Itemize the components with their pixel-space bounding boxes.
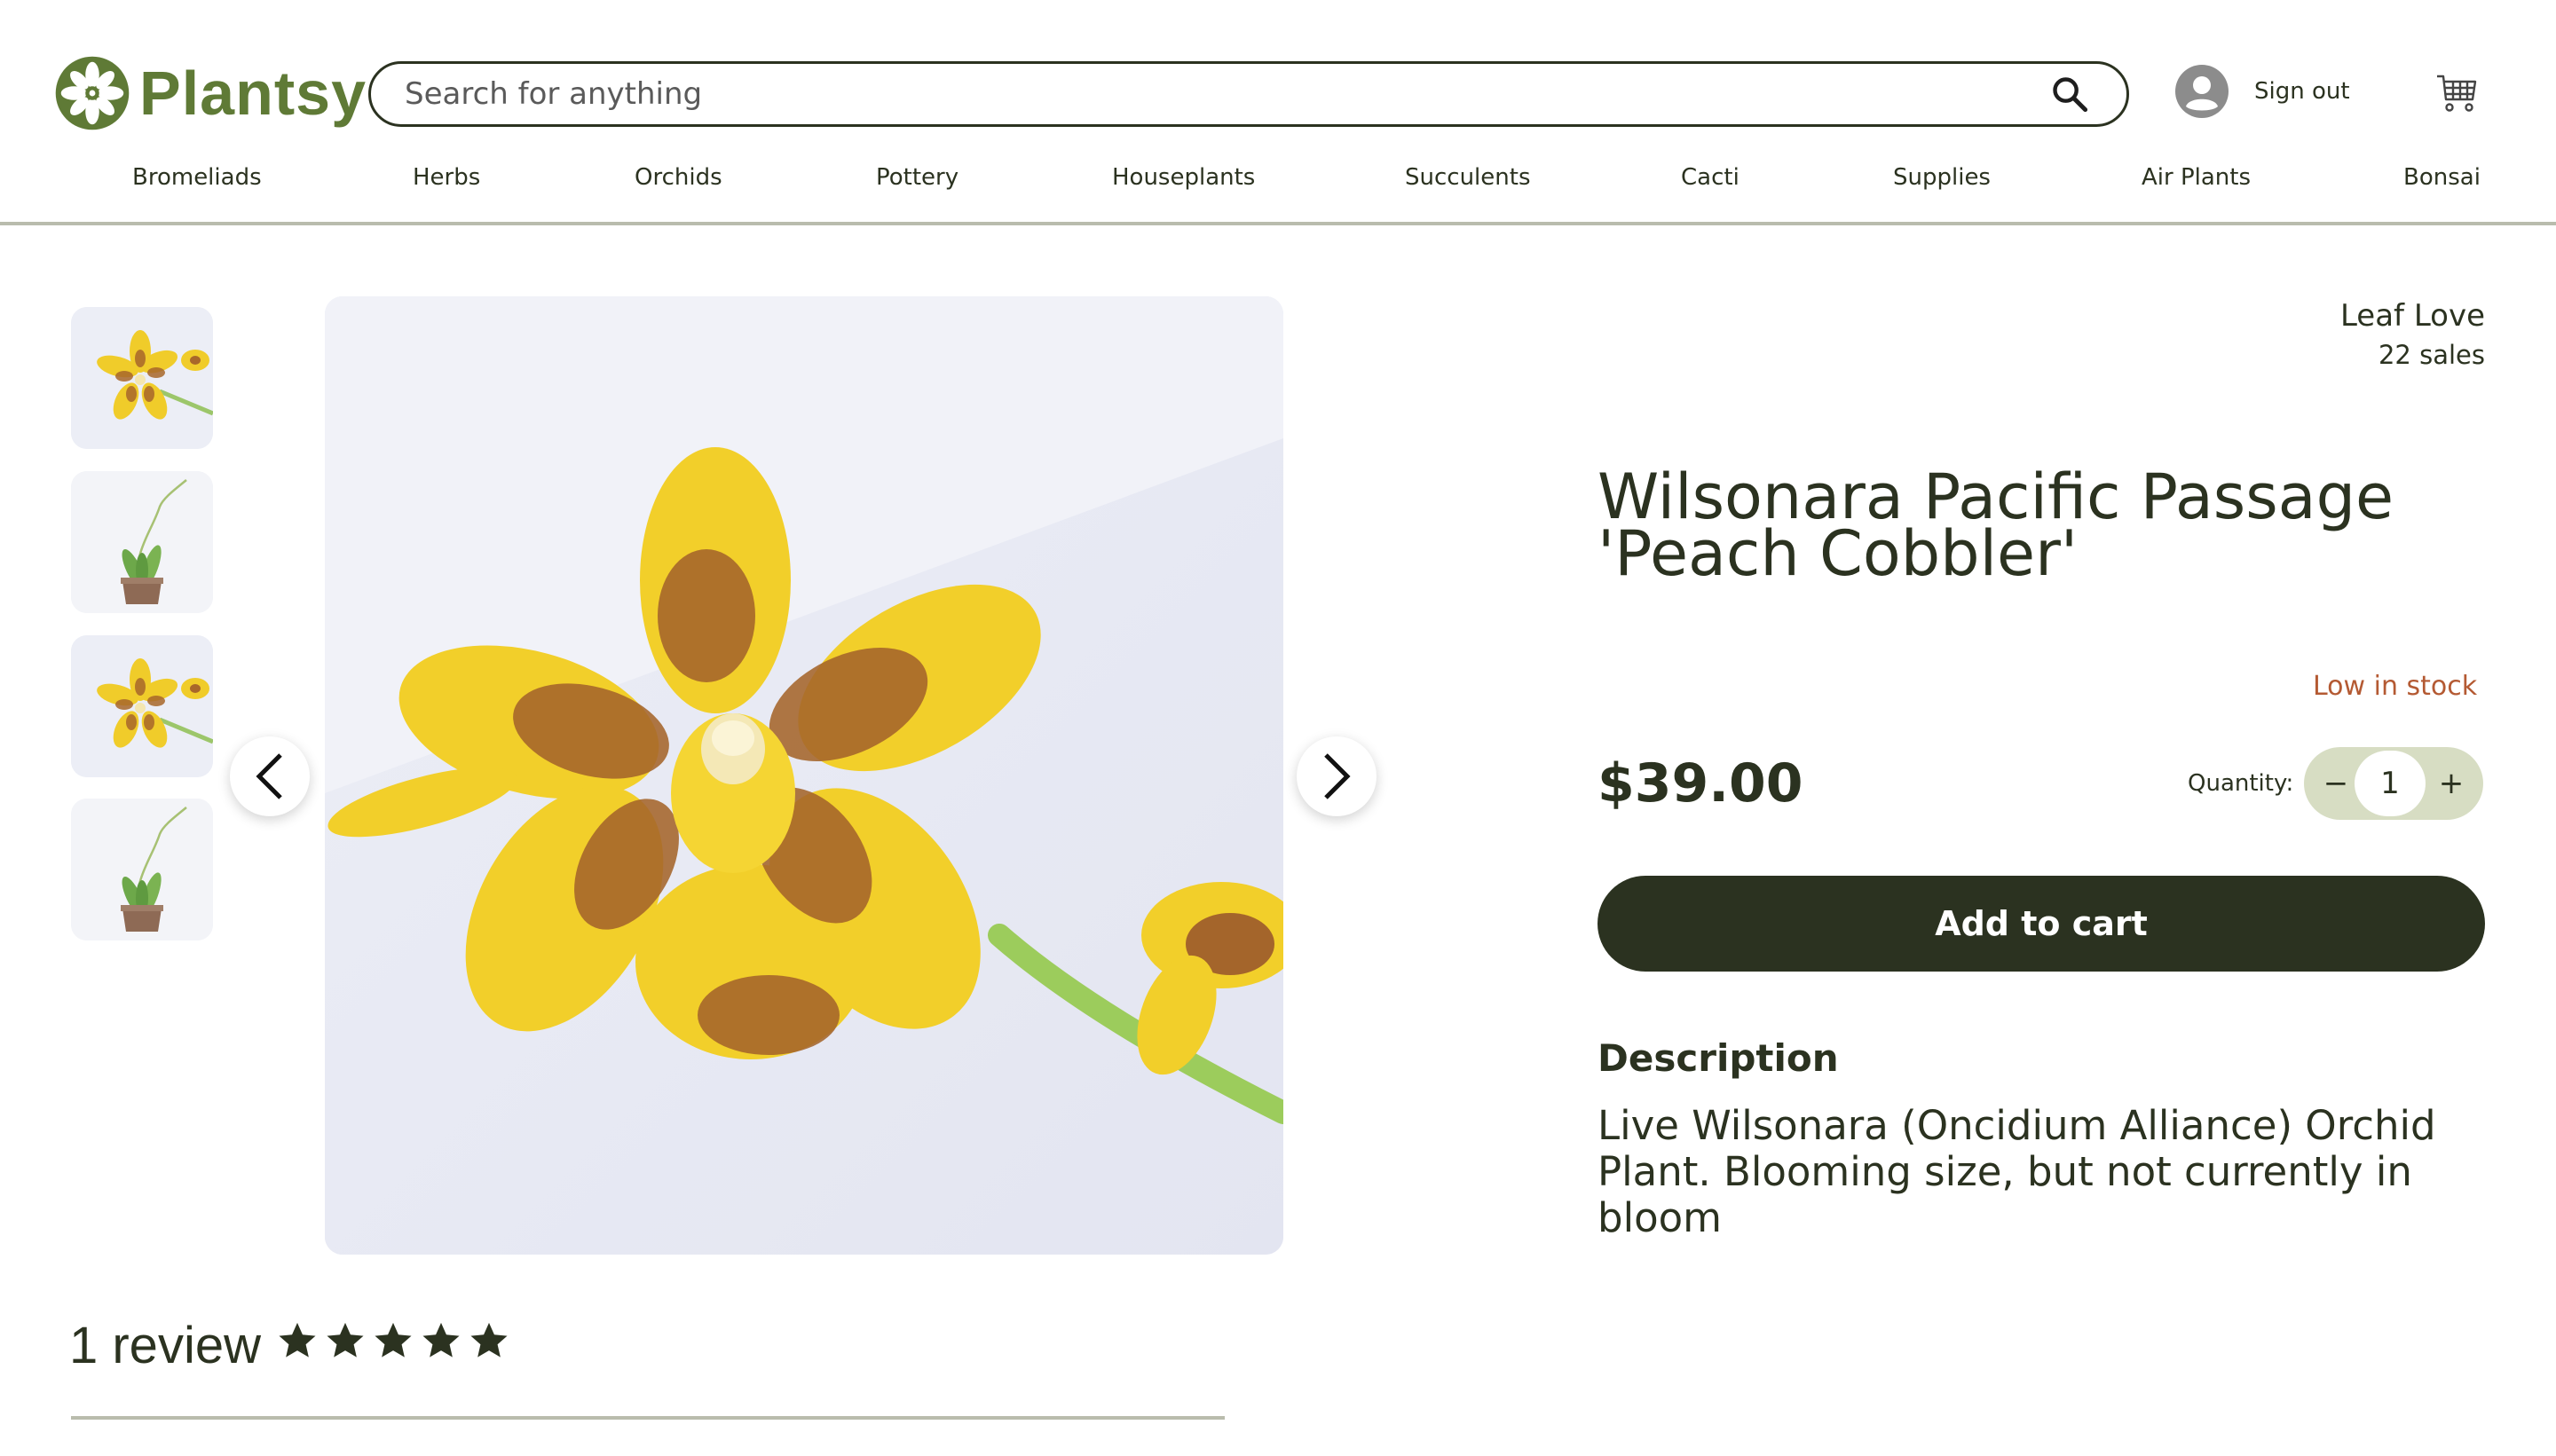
quantity-increase-button[interactable]: + (2425, 747, 2478, 820)
reviews-divider (71, 1416, 1225, 1420)
nav-item-bromeliads[interactable]: Bromeliads (132, 164, 262, 191)
nav-item-bonsai[interactable]: Bonsai (2403, 164, 2481, 191)
seller-name[interactable]: Leaf Love (2340, 298, 2485, 334)
add-to-cart-button[interactable]: Add to cart (1598, 876, 2485, 972)
seller-info: Leaf Love 22 sales (2340, 298, 2485, 370)
search-icon[interactable] (2050, 75, 2089, 114)
plantsy-logo[interactable]: Plantsy (54, 53, 367, 133)
orchid-flower-thumbnail-image (71, 635, 213, 777)
orchid-plant-thumbnail-image (71, 471, 213, 613)
star-icon (327, 1322, 364, 1358)
chevron-right-icon (1324, 753, 1351, 799)
orchid-plant-thumbnail-image (71, 799, 213, 940)
orchid-flower-image (325, 296, 1283, 1255)
description-heading: Description (1598, 1036, 1839, 1080)
cart-icon[interactable] (2435, 73, 2478, 114)
thumbnail-1[interactable] (71, 307, 213, 449)
thumbnail-3[interactable] (71, 635, 213, 777)
thumbnail-2[interactable] (71, 471, 213, 613)
next-image-button[interactable] (1297, 736, 1377, 816)
category-nav: Bromeliads Herbs Orchids Pottery Housepl… (0, 164, 2556, 217)
nav-item-cacti[interactable]: Cacti (1681, 164, 1740, 191)
rating-stars (277, 1320, 509, 1361)
main-product-image (325, 296, 1283, 1255)
nav-item-supplies[interactable]: Supplies (1893, 164, 1991, 191)
quantity-value[interactable]: 1 (2355, 751, 2426, 816)
nav-item-succulents[interactable]: Succulents (1405, 164, 1531, 191)
nav-item-orchids[interactable]: Orchids (635, 164, 722, 191)
reviews-count: 1 review (69, 1317, 261, 1374)
search-input[interactable] (403, 75, 2050, 113)
logo-text: Plantsy (139, 59, 367, 128)
quantity-stepper: − 1 + (2304, 747, 2483, 820)
stock-status: Low in stock (2313, 671, 2478, 702)
sign-out-link[interactable]: Sign out (2254, 78, 2350, 105)
chevron-left-icon (256, 753, 282, 799)
nav-item-air-plants[interactable]: Air Plants (2142, 164, 2251, 191)
thumbnail-4[interactable] (71, 799, 213, 940)
search-bar (368, 61, 2129, 127)
quantity-label: Quantity: (2188, 770, 2294, 797)
nav-item-houseplants[interactable]: Houseplants (1112, 164, 1255, 191)
account-icon[interactable] (2175, 65, 2229, 118)
product-title: Wilsonara Pacific Passage 'Peach Cobbler… (1598, 460, 2394, 590)
star-icon (279, 1322, 316, 1358)
nav-divider (0, 222, 2556, 225)
product-price: $39.00 (1598, 752, 1803, 815)
nav-item-pottery[interactable]: Pottery (876, 164, 958, 191)
description-text: Live Wilsonara (Oncidium Alliance) Orchi… (1598, 1102, 2436, 1241)
star-icon (470, 1322, 508, 1358)
star-icon (375, 1322, 412, 1358)
orchid-flower-thumbnail-image (71, 307, 213, 449)
star-icon (422, 1322, 460, 1358)
previous-image-button[interactable] (230, 736, 310, 816)
seller-sales-count: 22 sales (2378, 339, 2485, 370)
nav-item-herbs[interactable]: Herbs (413, 164, 480, 191)
flower-logo-icon (55, 56, 130, 130)
